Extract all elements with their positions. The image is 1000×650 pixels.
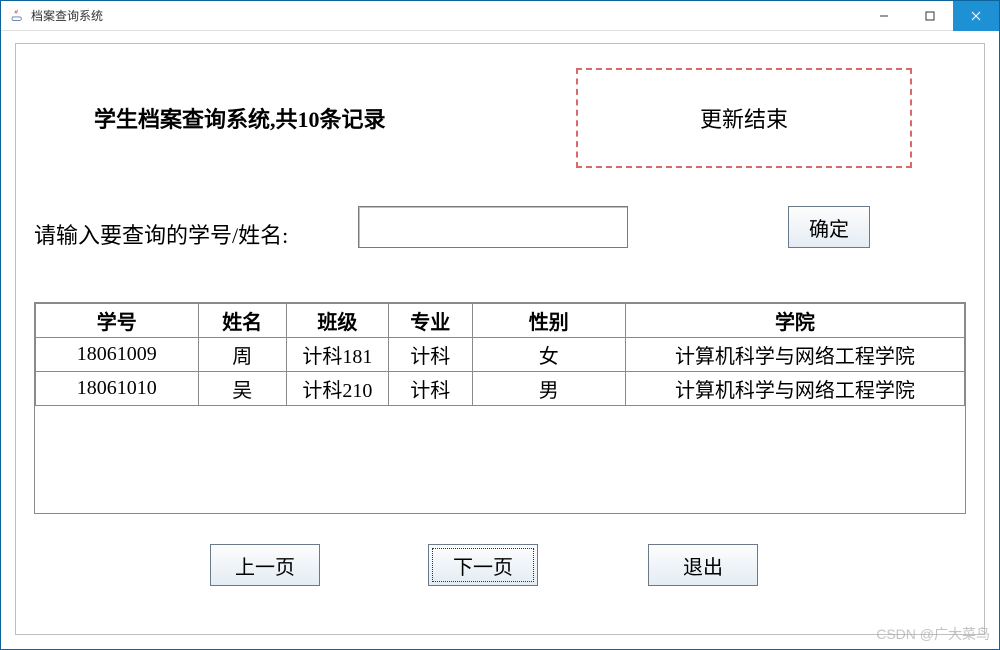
header-row: 学生档案查询系统,共10条记录 更新结束 xyxy=(16,64,984,169)
cell-name: 吴 xyxy=(198,372,286,406)
cell-id: 18061009 xyxy=(36,338,199,372)
minimize-button[interactable] xyxy=(861,1,907,31)
titlebar: 档案查询系统 xyxy=(1,1,999,31)
prev-page-button[interactable]: 上一页 xyxy=(210,544,320,586)
status-box: 更新结束 xyxy=(576,68,912,168)
query-row: 请输入要查询的学号/姓名: 确定 xyxy=(16,198,984,258)
cell-class: 计科210 xyxy=(286,372,388,406)
query-label: 请输入要查询的学号/姓名: xyxy=(34,218,288,250)
table-row[interactable]: 18061010 吴 计科210 计科 男 计算机科学与网络工程学院 xyxy=(36,372,965,406)
results-table: 学号 姓名 班级 专业 性别 学院 18061009 周 计科181 xyxy=(35,303,965,406)
page-title: 学生档案查询系统,共10条记录 xyxy=(94,102,386,134)
col-header-id: 学号 xyxy=(36,304,199,338)
content-area: 学生档案查询系统,共10条记录 更新结束 请输入要查询的学号/姓名: 确定 xyxy=(1,31,999,649)
col-header-name: 姓名 xyxy=(198,304,286,338)
app-window: 档案查询系统 学生档案查询系统,共10条记录 更新结束 请输入要查询的学号/姓名… xyxy=(0,0,1000,650)
col-header-class: 班级 xyxy=(286,304,388,338)
col-header-major: 专业 xyxy=(389,304,473,338)
cell-major: 计科 xyxy=(389,338,473,372)
main-panel: 学生档案查询系统,共10条记录 更新结束 请输入要查询的学号/姓名: 确定 xyxy=(15,43,985,635)
query-input[interactable] xyxy=(358,206,628,248)
cell-college: 计算机科学与网络工程学院 xyxy=(625,372,964,406)
next-page-button[interactable]: 下一页 xyxy=(428,544,538,586)
status-text: 更新结束 xyxy=(700,102,788,134)
col-header-sex: 性别 xyxy=(472,304,625,338)
col-header-college: 学院 xyxy=(625,304,964,338)
results-table-wrap: 学号 姓名 班级 专业 性别 学院 18061009 周 计科181 xyxy=(34,302,966,514)
maximize-button[interactable] xyxy=(907,1,953,31)
exit-button[interactable]: 退出 xyxy=(648,544,758,586)
confirm-button[interactable]: 确定 xyxy=(788,206,870,248)
cell-sex: 女 xyxy=(472,338,625,372)
footer-row: 上一页 下一页 退出 xyxy=(16,544,984,594)
cell-college: 计算机科学与网络工程学院 xyxy=(625,338,964,372)
close-button[interactable] xyxy=(953,1,999,31)
cell-sex: 男 xyxy=(472,372,625,406)
java-cup-icon xyxy=(9,8,25,24)
cell-class: 计科181 xyxy=(286,338,388,372)
cell-name: 周 xyxy=(198,338,286,372)
table-row[interactable]: 18061009 周 计科181 计科 女 计算机科学与网络工程学院 xyxy=(36,338,965,372)
window-title: 档案查询系统 xyxy=(31,7,103,24)
table-header-row: 学号 姓名 班级 专业 性别 学院 xyxy=(36,304,965,338)
cell-major: 计科 xyxy=(389,372,473,406)
cell-id: 18061010 xyxy=(36,372,199,406)
